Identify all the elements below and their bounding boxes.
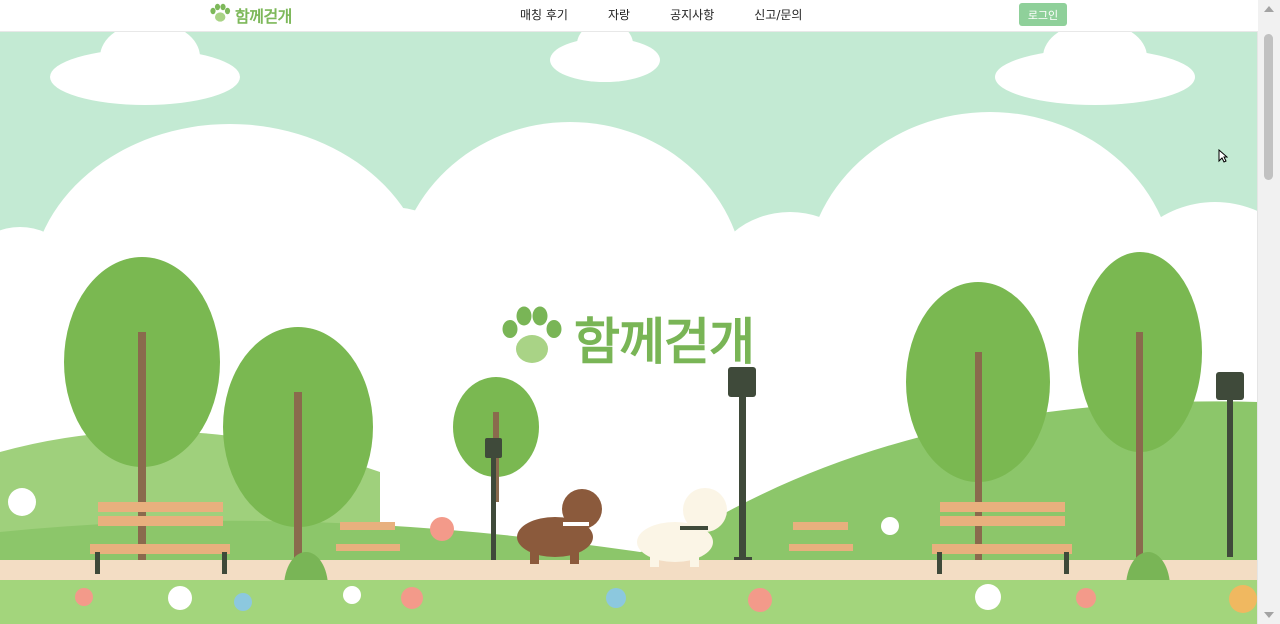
scroll-down-icon[interactable]: [1264, 612, 1274, 618]
brand-name: 함께걷개: [235, 7, 292, 26]
mouse-cursor-icon: [1218, 148, 1229, 167]
hero-title: 함께걷개: [574, 313, 755, 371]
nav-item-report[interactable]: 신고/문의: [754, 6, 802, 23]
main-menu: 매칭 후기 자랑 공지사항 신고/문의: [520, 6, 802, 23]
nav-item-review[interactable]: 매칭 후기: [520, 6, 568, 23]
login-button[interactable]: 로그인: [1019, 3, 1067, 26]
paw-icon: [500, 305, 564, 371]
scroll-up-icon[interactable]: [1264, 6, 1274, 12]
nav-item-notice[interactable]: 공지사항: [670, 6, 714, 23]
nav-item-showoff[interactable]: 자랑: [608, 6, 630, 23]
hero-logo: 함께걷개: [500, 302, 755, 374]
top-navbar: 함께걷개 매칭 후기 자랑 공지사항 신고/문의 로그인: [0, 0, 1258, 32]
paw-icon: [209, 3, 231, 27]
brand-logo[interactable]: 함께걷개: [209, 3, 292, 27]
page-scrollbar[interactable]: [1257, 0, 1280, 624]
scroll-thumb[interactable]: [1264, 34, 1273, 180]
hero-banner: 함께걷개: [0, 32, 1258, 624]
